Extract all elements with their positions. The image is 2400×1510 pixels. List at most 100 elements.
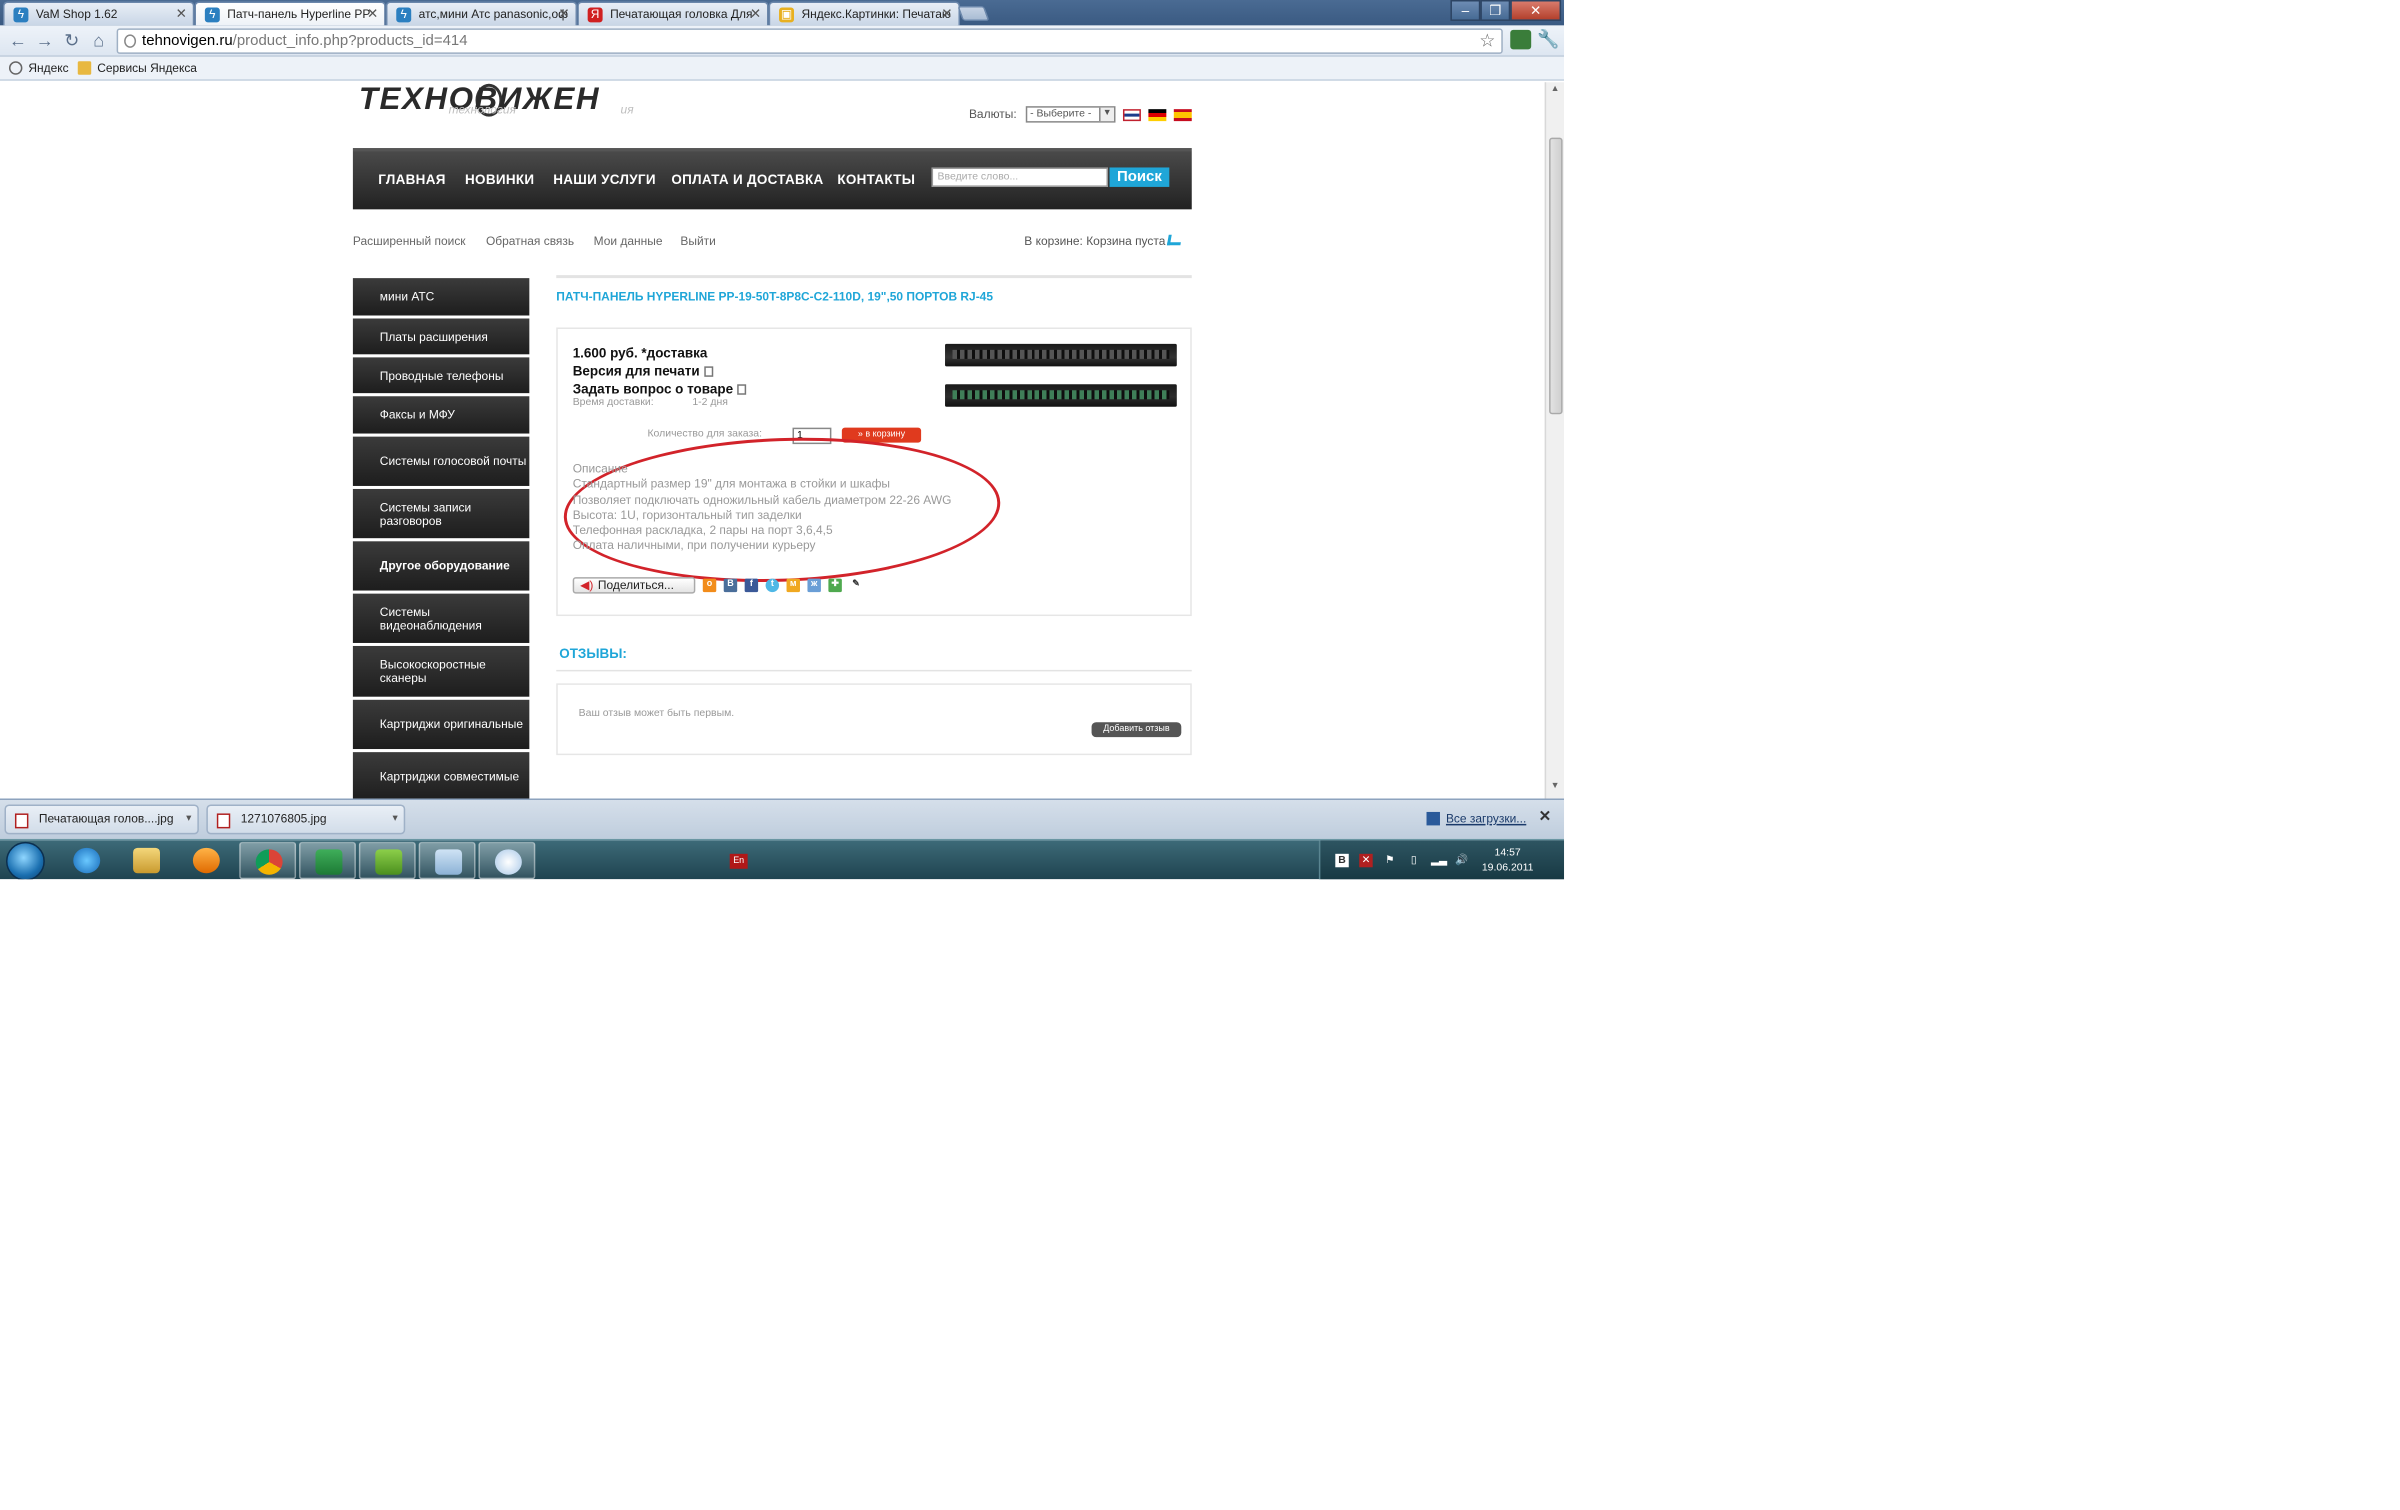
vkontakte-icon[interactable]: В — [723, 577, 738, 592]
sidebar-item-scanners[interactable]: Высокоскоростные сканеры — [352, 645, 530, 700]
sidebar-item-label: Проводные телефоны — [379, 368, 504, 383]
livejournal-icon[interactable]: ж — [807, 577, 821, 592]
flag-icon[interactable]: ⚑ — [1383, 854, 1396, 867]
download-item[interactable]: Печатающая голов....jpg ▾ — [4, 804, 199, 835]
new-tab-button[interactable] — [957, 5, 990, 21]
close-icon[interactable]: ✕ — [941, 6, 952, 22]
taskbar-window-switcher[interactable] — [418, 841, 476, 880]
all-downloads-link[interactable]: Все загрузки... — [1446, 812, 1526, 825]
bookmark-yandex-services[interactable]: Сервисы Яндекса — [77, 61, 197, 75]
cart-status[interactable]: В корзине: Корзина пуста — [1024, 234, 1183, 248]
share-button[interactable]: ◀) Поделиться... — [572, 576, 696, 593]
currency-select[interactable]: - Выберите - ▼ — [1025, 106, 1116, 123]
search-input[interactable]: Введите слово... — [931, 167, 1109, 187]
bookmark-service-icon[interactable]: ✚ — [828, 577, 842, 592]
start-button[interactable] — [5, 841, 45, 880]
globe-icon — [8, 61, 23, 75]
taskbar-explorer[interactable] — [118, 842, 175, 879]
close-icon[interactable]: ✕ — [1539, 809, 1552, 825]
tab-print-head[interactable]: Я Печатающая головка Для ✕ — [577, 1, 769, 26]
maximize-button[interactable]: ❐ — [1480, 0, 1511, 21]
vertical-scrollbar[interactable]: ▲ ▼ — [1544, 82, 1565, 799]
sidebar-item-other-equipment[interactable]: Другое оборудование — [352, 541, 530, 594]
nav-contacts[interactable]: КОНТАКТЫ — [837, 172, 915, 187]
yandex-images-icon: ▣ — [779, 7, 795, 23]
german-flag-icon[interactable] — [1148, 108, 1167, 121]
pencil-icon[interactable]: ✎ — [849, 578, 862, 591]
taskbar-media-player[interactable] — [178, 842, 235, 879]
taskbar-chrome[interactable] — [239, 841, 297, 880]
minimize-button[interactable]: – — [1450, 0, 1481, 21]
sidebar-item-call-recording[interactable]: Системы записи разговоров — [352, 488, 530, 542]
odnoklassniki-icon[interactable]: о — [702, 577, 717, 592]
sidebar-item-label: Картриджи совместимые — [379, 770, 520, 784]
sidebar-item-original-cartridges[interactable]: Картриджи оригинальные — [352, 699, 530, 753]
scroll-up-icon[interactable]: ▲ — [1551, 85, 1560, 94]
search-button[interactable]: Поиск — [1109, 167, 1170, 187]
twitter-icon[interactable]: t — [765, 577, 780, 592]
chevron-down-icon[interactable]: ▾ — [392, 806, 397, 833]
extension-icon[interactable] — [1510, 29, 1532, 50]
scroll-down-icon[interactable]: ▼ — [1551, 782, 1560, 791]
reload-icon[interactable]: ↻ — [60, 30, 84, 51]
sidebar-item-video-surveillance[interactable]: Системы видеонаблюдения — [352, 593, 530, 646]
sidebar-item-voicemail[interactable]: Системы голосовой почты — [352, 436, 530, 489]
clock[interactable]: 14:57 19.06.2011 — [1482, 846, 1534, 876]
media-player-icon — [192, 847, 220, 874]
patch-panel-image-back — [945, 384, 1177, 407]
uk-flag-icon[interactable] — [1122, 108, 1141, 121]
wrench-icon[interactable]: 🔧 — [1537, 28, 1559, 49]
tab-yandex-images[interactable]: ▣ Яндекс.Картинки: Печатаю ✕ — [768, 1, 960, 26]
close-icon[interactable]: ✕ — [558, 6, 569, 22]
nav-services[interactable]: НАШИ УСЛУГИ — [553, 172, 656, 187]
bookmark-star-icon[interactable]: ☆ — [1479, 30, 1495, 52]
ask-question-link[interactable]: Задать вопрос о товаре — [573, 381, 747, 396]
tab-patch-panel[interactable]: ϟ Патч-панель Hyperline PP ✕ — [194, 1, 386, 26]
print-version-link[interactable]: Версия для печати — [573, 363, 714, 378]
logout-link[interactable]: Выйти — [680, 235, 715, 248]
sidebar-item-wired-phones[interactable]: Проводные телефоны — [352, 357, 530, 397]
close-icon[interactable]: ✕ — [176, 6, 187, 22]
download-item[interactable]: 1271076805.jpg ▾ — [206, 804, 406, 835]
sidebar-item-fax-mfp[interactable]: Факсы и МФУ — [352, 396, 530, 437]
tab-vam-shop[interactable]: ϟ VaM Shop 1.62 ✕ — [2, 1, 195, 26]
app-tray-icon[interactable]: ✕ — [1359, 853, 1373, 868]
my-account-link[interactable]: Мои данные — [594, 235, 663, 248]
b-app-icon[interactable]: B — [1335, 853, 1349, 868]
sidebar-item-mini-ats[interactable]: мини АТС — [352, 278, 530, 319]
facebook-icon[interactable]: f — [744, 577, 759, 592]
close-icon[interactable]: ✕ — [367, 6, 378, 22]
battery-icon[interactable]: ▯ — [1407, 854, 1420, 867]
feedback-link[interactable]: Обратная связь — [486, 235, 574, 248]
taskbar-paint[interactable] — [478, 841, 536, 880]
address-bar[interactable]: tehnovigen.ru/product_info.php?products_… — [116, 28, 1503, 54]
bookmark-label: Сервисы Яндекса — [97, 61, 197, 75]
taskbar-internet-explorer[interactable] — [58, 842, 115, 879]
back-icon[interactable]: ← — [6, 30, 30, 51]
sidebar-item-expansion-boards[interactable]: Платы расширения — [352, 318, 530, 358]
nav-new[interactable]: НОВИНКИ — [465, 172, 534, 187]
forward-icon[interactable]: → — [33, 30, 57, 51]
close-window-button[interactable]: ✕ — [1510, 0, 1562, 21]
taskbar-excel[interactable] — [299, 841, 356, 880]
nav-payment-delivery[interactable]: ОПЛАТА И ДОСТАВКА — [671, 172, 823, 187]
spanish-flag-icon[interactable] — [1173, 108, 1192, 121]
taskbar-chart-app[interactable] — [358, 841, 416, 880]
downloads-shelf: Печатающая голов....jpg ▾ 1271076805.jpg… — [0, 798, 1565, 839]
sidebar-item-compatible-cartridges[interactable]: Картриджи совместимые — [352, 752, 530, 799]
chevron-down-icon[interactable]: ▾ — [186, 806, 191, 833]
nav-home[interactable]: ГЛАВНАЯ — [378, 172, 445, 187]
close-icon[interactable]: ✕ — [750, 6, 761, 22]
language-indicator[interactable]: En — [729, 853, 748, 869]
add-review-button[interactable]: Добавить отзыв — [1091, 722, 1182, 738]
home-icon[interactable]: ⌂ — [87, 30, 111, 51]
bookmark-yandex[interactable]: Яндекс — [8, 61, 69, 75]
reviews-box: Ваш отзыв может быть первым. Добавить от… — [556, 683, 1192, 756]
network-icon[interactable]: ▂▃ — [1431, 854, 1447, 867]
moi-mir-icon[interactable]: м — [786, 577, 800, 592]
advanced-search-link[interactable]: Расширенный поиск — [353, 235, 466, 248]
tab-ats[interactable]: ϟ атс,мини Атс panasonic,оф ✕ — [385, 1, 578, 26]
volume-icon[interactable]: 🔊 — [1455, 854, 1468, 867]
scrollbar-thumb[interactable] — [1549, 137, 1563, 415]
sidebar-item-label: Системы видеонаблюдения — [379, 604, 482, 632]
